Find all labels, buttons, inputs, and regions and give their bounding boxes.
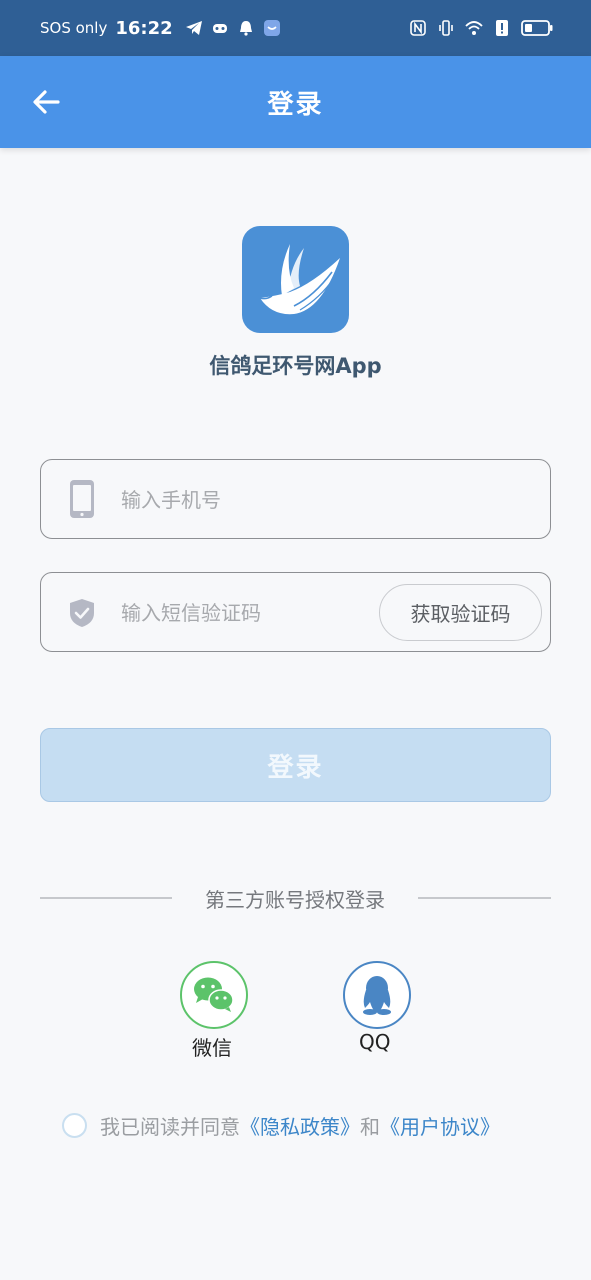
wechat-label: 微信 — [192, 1036, 232, 1060]
shield-check-icon — [70, 599, 94, 627]
phone-icon — [70, 480, 94, 518]
status-notification-icons — [185, 19, 281, 37]
app-badge-icon — [263, 20, 280, 36]
divider-line-left — [40, 897, 172, 899]
wechat-login-button[interactable] — [180, 961, 248, 1029]
app-logo — [242, 226, 349, 333]
status-right — [409, 19, 553, 37]
app-bar: 登录 — [0, 56, 591, 148]
qq-label: QQ — [359, 1030, 391, 1054]
vibrate-icon — [439, 20, 453, 36]
divider-line-right — [418, 897, 551, 899]
get-code-button[interactable]: 获取验证码 — [379, 584, 542, 641]
login-button[interactable]: 登录 — [40, 728, 551, 802]
back-arrow-icon[interactable] — [28, 84, 64, 120]
alert-icon — [496, 20, 508, 36]
user-agreement-link[interactable]: 《用户协议》 — [380, 1111, 500, 1140]
status-left: SOS only 16:22 — [40, 18, 281, 39]
phone-input[interactable] — [121, 480, 401, 520]
agreement-row: 我已阅读并同意 《隐私政策》 和 《用户协议》 — [62, 1110, 500, 1140]
game-icon — [212, 24, 227, 33]
telegram-icon — [185, 21, 202, 35]
phone-field[interactable] — [40, 459, 551, 539]
third-party-divider-text: 第三方账号授权登录 — [205, 888, 385, 912]
pigeon-logo-icon — [259, 244, 340, 315]
agreement-and: 和 — [360, 1114, 380, 1139]
agreement-prefix: 我已阅读并同意 — [100, 1114, 240, 1139]
agreement-checkbox[interactable] — [62, 1112, 87, 1138]
sms-code-input[interactable] — [121, 593, 401, 633]
bell-icon — [239, 21, 252, 36]
status-time: 16:22 — [115, 17, 173, 39]
app-name: 信鸽足环号网App — [209, 354, 382, 378]
status-bar: SOS only 16:22 — [0, 0, 591, 56]
qq-penguin-icon — [363, 976, 391, 1015]
page-title: 登录 — [267, 89, 324, 120]
status-sos-text: SOS only — [40, 19, 108, 37]
sms-code-field[interactable]: 获取验证码 — [40, 572, 551, 652]
wifi-icon — [465, 21, 483, 35]
battery-icon — [521, 20, 553, 36]
wechat-icon — [194, 977, 234, 1012]
nfc-icon — [410, 20, 426, 36]
qq-login-button[interactable] — [343, 961, 411, 1029]
privacy-policy-link[interactable]: 《隐私政策》 — [240, 1111, 360, 1140]
